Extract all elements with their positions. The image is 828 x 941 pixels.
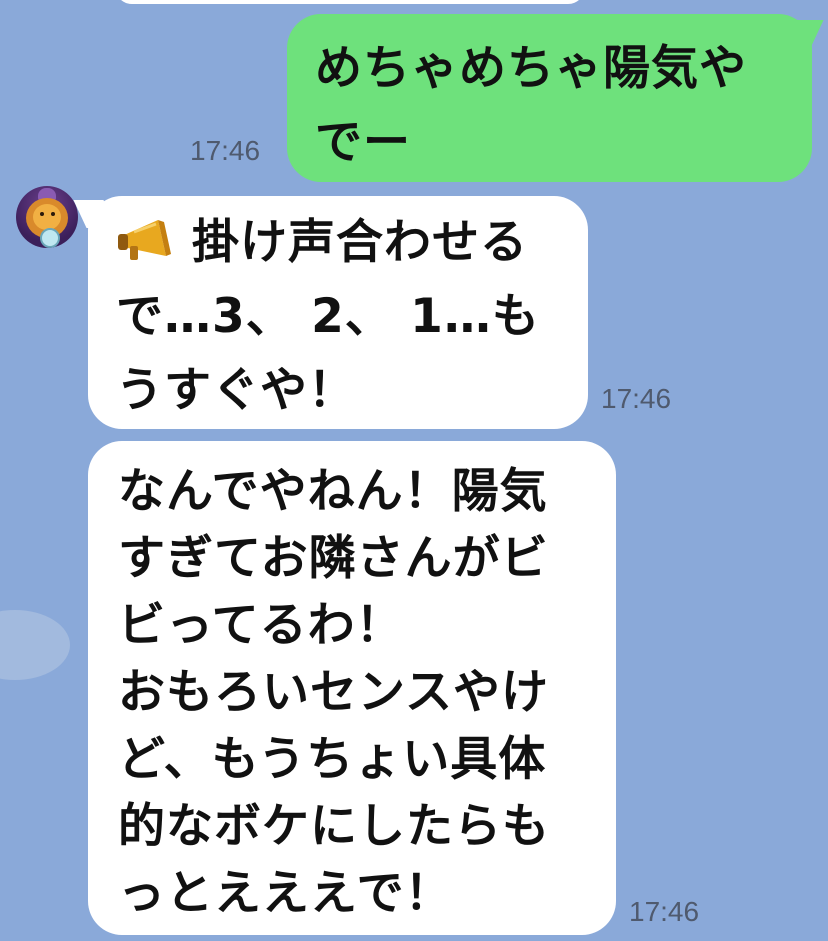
incoming-message-bubble[interactable]: なんでやねん！陽気 すぎてお隣さんがビ ビってるわ！ おもろいセンスやけ ど、も… (88, 441, 616, 935)
avatar[interactable] (16, 186, 78, 248)
message-timestamp: 17:46 (629, 896, 700, 927)
avatar-crystal-ball (40, 228, 60, 248)
message-text-line: 的なボケにしたらも (118, 799, 550, 854)
message-text-line: ビってるわ！ (118, 598, 404, 653)
message-text-line: うすぐや！ (116, 363, 356, 418)
megaphone-icon (118, 220, 171, 260)
incoming-message-bubble[interactable]: 掛け声合わせる で…3、 2、 1…も うすぐや！ (88, 196, 588, 429)
message-timestamp: 17:46 (601, 383, 672, 414)
message-text-line: でー (315, 115, 411, 170)
message-text-line: めちゃめちゃ陽気や (315, 41, 747, 96)
message-text-line: おもろいセンスやけ (118, 665, 550, 720)
message-text-line: 掛け声合わせる (116, 206, 588, 280)
avatar-lion-face (33, 204, 61, 230)
avatar-eye (51, 212, 55, 216)
message-text-line: すぎてお隣さんがビ (118, 531, 549, 586)
background-cloud (0, 610, 70, 680)
message-text-line: っとえええで！ (118, 866, 453, 921)
message-timestamp: 17:46 (190, 135, 261, 166)
message-text-line: ど、もうちょい具体 (118, 732, 547, 787)
message-text-line: で…3、 2、 1…も (116, 289, 540, 344)
outgoing-message-bubble[interactable]: めちゃめちゃ陽気や でー (287, 14, 812, 182)
previous-message-bubble[interactable] (115, 0, 585, 4)
message-text: 掛け声合わせる (192, 215, 528, 270)
message-text-line: なんでやねん！陽気 (118, 464, 548, 519)
avatar-eye (40, 212, 44, 216)
